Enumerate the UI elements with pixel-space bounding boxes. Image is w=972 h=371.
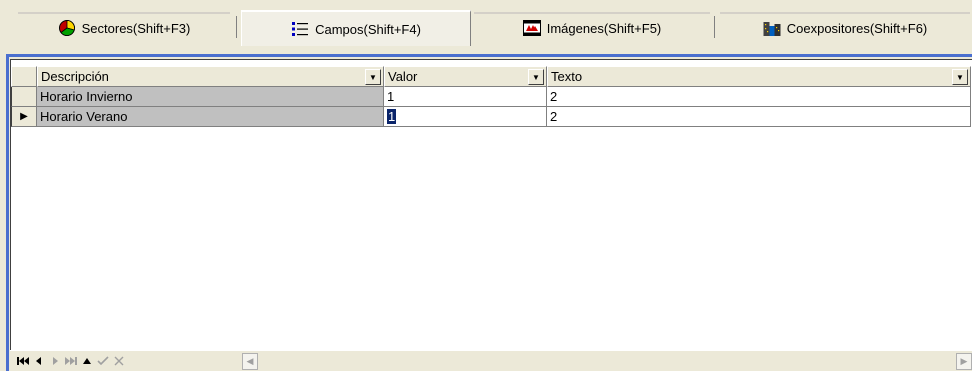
table-row[interactable]: ▶ Horario Verano 1 2: [11, 107, 971, 127]
tab-sectores-label: Sectores(Shift+F3): [81, 20, 191, 36]
first-record-icon[interactable]: [16, 354, 29, 368]
column-header-label: Valor: [388, 69, 418, 84]
dropdown-arrow-icon[interactable]: ▼: [365, 69, 381, 85]
column-header-texto[interactable]: Texto ▼: [547, 66, 971, 87]
scroll-right-arrow-icon[interactable]: ▶: [956, 353, 972, 370]
cancel-x-icon[interactable]: [112, 354, 125, 368]
prior-record-icon[interactable]: [32, 354, 45, 368]
insert-record-icon[interactable]: [80, 354, 93, 368]
last-record-icon[interactable]: [64, 354, 77, 368]
tab-campos-label: Campos(Shift+F4): [315, 21, 421, 37]
cell-texto[interactable]: 2: [547, 107, 971, 127]
navigator-bar: ◀ ▶: [10, 350, 972, 371]
header-indicator: [11, 66, 37, 87]
tab-imagenes[interactable]: Imágenes(Shift+F5): [474, 12, 710, 42]
tab-campos[interactable]: Campos(Shift+F4): [241, 10, 471, 46]
tab-separator: [236, 16, 237, 38]
post-check-icon[interactable]: [96, 354, 109, 368]
column-header-valor[interactable]: Valor ▼: [384, 66, 547, 87]
buildings-icon: [763, 22, 781, 36]
cell-descripcion[interactable]: Horario Invierno: [37, 87, 384, 107]
data-grid[interactable]: Descripción ▼ Valor ▼ Texto ▼ Horario In…: [10, 59, 972, 352]
scroll-left-arrow-icon[interactable]: ◀: [242, 353, 258, 370]
column-header-label: Descripción: [41, 69, 109, 84]
film-icon: [522, 20, 541, 36]
cell-valor[interactable]: 1: [384, 87, 547, 107]
tab-sectores[interactable]: Sectores(Shift+F3): [18, 12, 230, 42]
dropdown-arrow-icon[interactable]: ▼: [952, 69, 968, 85]
tab-coexpositores-label: Coexpositores(Shift+F6): [786, 20, 928, 36]
cell-valor-editor[interactable]: 1: [387, 109, 397, 124]
cell-texto[interactable]: 2: [547, 87, 971, 107]
list-icon: [292, 22, 309, 36]
cell-valor[interactable]: 1: [384, 107, 547, 127]
tab-separator: [714, 16, 715, 38]
tab-imagenes-label: Imágenes(Shift+F5): [546, 20, 662, 36]
tab-coexpositores[interactable]: Coexpositores(Shift+F6): [720, 12, 970, 42]
column-header-label: Texto: [551, 69, 583, 84]
cell-descripcion[interactable]: Horario Verano: [37, 107, 384, 127]
current-row-arrow-icon[interactable]: ▶: [11, 107, 37, 127]
dropdown-arrow-icon[interactable]: ▼: [528, 69, 544, 85]
grid-header: Descripción ▼ Valor ▼ Texto ▼: [11, 66, 971, 87]
table-row[interactable]: Horario Invierno 1 2: [11, 87, 971, 107]
tab-strip: Sectores(Shift+F3) Campos(Shift+F4) Imág…: [0, 0, 972, 48]
column-header-descripcion[interactable]: Descripción ▼: [37, 66, 384, 87]
next-record-icon[interactable]: [48, 354, 61, 368]
sectors-icon: [58, 20, 75, 36]
row-indicator[interactable]: [11, 87, 37, 107]
